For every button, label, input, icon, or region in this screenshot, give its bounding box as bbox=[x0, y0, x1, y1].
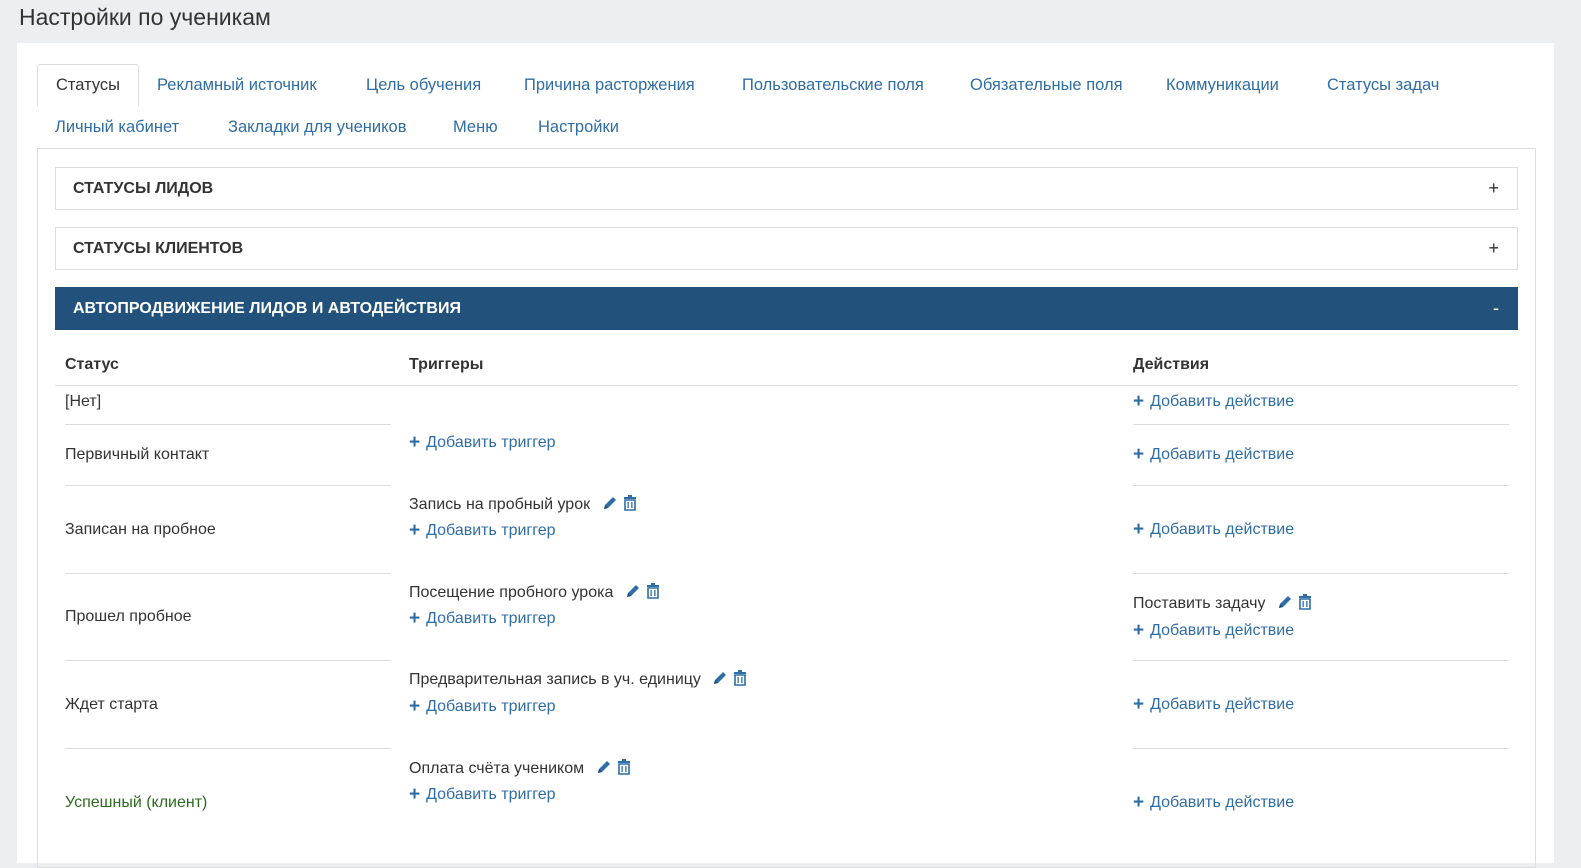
tab-learning-goal[interactable]: Цель обучения bbox=[348, 64, 499, 106]
status-cell: Успешный (клиент) bbox=[65, 794, 208, 811]
plus-icon: + bbox=[409, 520, 421, 541]
row-divider bbox=[1133, 485, 1509, 486]
add-trigger-link[interactable]: + Добавить триггер bbox=[409, 785, 556, 805]
plus-icon: + bbox=[1133, 792, 1145, 813]
status-cell: Ждет старта bbox=[65, 696, 158, 713]
settings-panel: Статусы Рекламный источник Цель обучения… bbox=[17, 43, 1554, 868]
tab-personal-account[interactable]: Личный кабинет bbox=[37, 106, 197, 148]
add-action-link[interactable]: + Добавить действие bbox=[1133, 445, 1294, 465]
pencil-icon[interactable] bbox=[1277, 594, 1293, 616]
row-divider bbox=[65, 573, 391, 574]
row-divider bbox=[1133, 573, 1509, 574]
row-divider bbox=[65, 748, 391, 749]
trash-icon[interactable] bbox=[1298, 594, 1312, 616]
expand-icon[interactable]: + bbox=[1488, 228, 1499, 269]
trigger-item: Оплата счёта учеником bbox=[409, 759, 631, 781]
trigger-item: Предварительная запись в уч. единицу bbox=[409, 670, 747, 692]
add-action-link[interactable]: + Добавить действие bbox=[1133, 520, 1294, 540]
trash-icon[interactable] bbox=[617, 759, 631, 781]
row-divider bbox=[1133, 660, 1509, 661]
expand-icon[interactable]: + bbox=[1488, 168, 1499, 209]
accordion-client-statuses[interactable]: Статусы клиентов + bbox=[55, 227, 1518, 270]
plus-icon: + bbox=[409, 608, 421, 629]
trash-icon[interactable] bbox=[623, 495, 637, 517]
accordion-autopromotion[interactable]: Автопродвижение лидов и автодействия - bbox=[55, 287, 1518, 330]
add-action-link[interactable]: + Добавить действие bbox=[1133, 392, 1294, 412]
pencil-icon[interactable] bbox=[596, 759, 612, 781]
accordion-title: Автопродвижение лидов и автодействия bbox=[73, 300, 461, 317]
plus-icon: + bbox=[409, 432, 421, 453]
tab-task-statuses[interactable]: Статусы задач bbox=[1309, 64, 1457, 106]
plus-icon: + bbox=[409, 696, 421, 717]
plus-icon: + bbox=[1133, 519, 1145, 540]
add-action-link[interactable]: + Добавить действие bbox=[1133, 621, 1294, 641]
tab-termination-reason[interactable]: Причина расторжения bbox=[506, 64, 713, 106]
action-item: Поставить задачу bbox=[1133, 594, 1312, 616]
header-divider bbox=[55, 385, 1518, 386]
plus-icon: + bbox=[1133, 694, 1145, 715]
accordion-title: Статусы лидов bbox=[73, 180, 214, 197]
pencil-icon[interactable] bbox=[712, 670, 728, 692]
tab-statuses[interactable]: Статусы bbox=[37, 64, 140, 106]
plus-icon: + bbox=[1133, 444, 1145, 465]
add-trigger-link[interactable]: + Добавить триггер bbox=[409, 521, 556, 541]
tab-required-fields[interactable]: Обязательные поля bbox=[952, 64, 1141, 106]
trigger-item: Запись на пробный урок bbox=[409, 495, 637, 517]
row-divider bbox=[1133, 748, 1509, 749]
add-trigger-link[interactable]: + Добавить триггер bbox=[409, 433, 556, 453]
tab-communications[interactable]: Коммуникации bbox=[1148, 64, 1297, 106]
column-header-status: Статус bbox=[65, 356, 119, 373]
tab-ad-source[interactable]: Рекламный источник bbox=[139, 64, 335, 106]
page-title: Настройки по ученикам bbox=[19, 4, 271, 30]
tab-custom-fields[interactable]: Пользовательские поля bbox=[724, 64, 942, 106]
add-trigger-link[interactable]: + Добавить триггер bbox=[409, 609, 556, 629]
column-header-actions: Действия bbox=[1133, 356, 1210, 373]
add-action-link[interactable]: + Добавить действие bbox=[1133, 793, 1294, 813]
tab-student-bookmarks[interactable]: Закладки для учеников bbox=[210, 106, 424, 148]
row-divider bbox=[1133, 424, 1509, 425]
tab-content: Статусы лидов + Статусы клиентов + Автоп… bbox=[37, 148, 1536, 868]
plus-icon: + bbox=[409, 784, 421, 805]
add-action-link[interactable]: + Добавить действие bbox=[1133, 695, 1294, 715]
status-cell: Записан на пробное bbox=[65, 521, 216, 538]
plus-icon: + bbox=[1133, 391, 1145, 412]
accordion-lead-statuses[interactable]: Статусы лидов + bbox=[55, 167, 1518, 210]
pencil-icon[interactable] bbox=[602, 495, 618, 517]
status-cell: Первичный контакт bbox=[65, 446, 210, 463]
status-cell: [Нет] bbox=[65, 393, 102, 410]
accordion-title: Статусы клиентов bbox=[73, 240, 244, 257]
pencil-icon[interactable] bbox=[625, 583, 641, 605]
trash-icon[interactable] bbox=[733, 670, 747, 692]
tab-menu[interactable]: Меню bbox=[435, 106, 516, 148]
column-header-triggers: Триггеры bbox=[409, 356, 484, 373]
row-divider bbox=[65, 660, 391, 661]
plus-icon: + bbox=[1133, 620, 1145, 641]
status-cell: Прошел пробное bbox=[65, 608, 192, 625]
add-trigger-link[interactable]: + Добавить триггер bbox=[409, 697, 556, 717]
trigger-item: Посещение пробного урока bbox=[409, 583, 660, 605]
tab-settings[interactable]: Настройки bbox=[520, 106, 637, 148]
row-divider bbox=[65, 424, 391, 425]
collapse-icon[interactable]: - bbox=[1493, 288, 1499, 329]
row-divider bbox=[65, 485, 391, 486]
trash-icon[interactable] bbox=[646, 583, 660, 605]
